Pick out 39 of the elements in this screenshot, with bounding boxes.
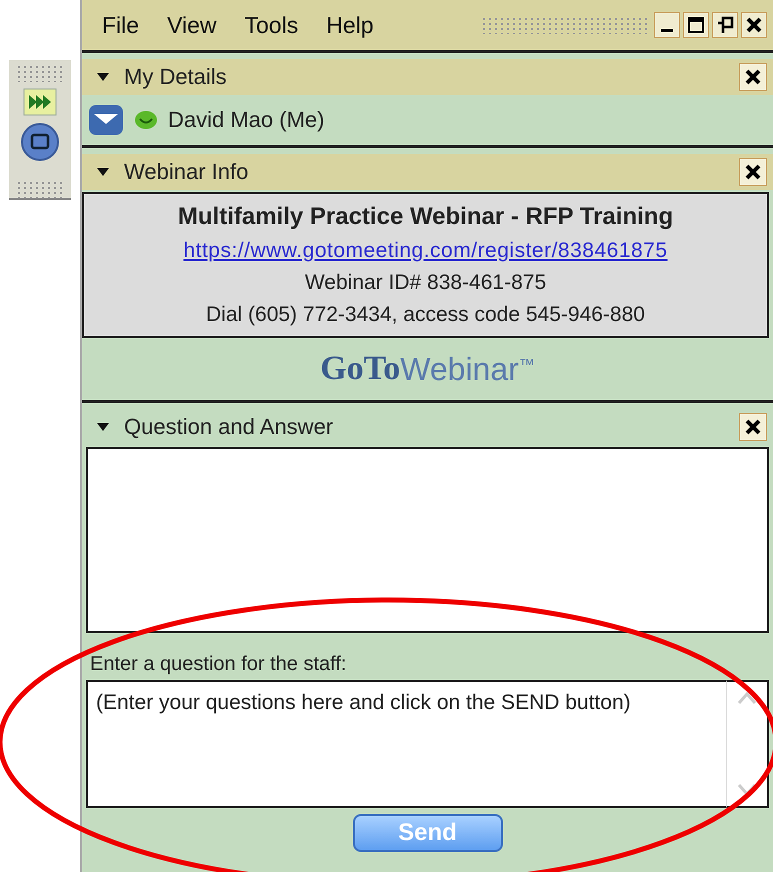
question-field[interactable]: (Enter your questions here and click on the SEND button) [86,680,726,808]
close-icon[interactable] [744,418,762,436]
close-button[interactable] [739,63,767,91]
close-button[interactable] [739,158,767,186]
undock-icon[interactable] [716,16,734,34]
envelope-icon[interactable] [88,104,124,136]
collapse-triangle-icon[interactable] [96,422,110,432]
close-icon[interactable] [744,68,762,86]
panel-title: Webinar Info [124,159,250,185]
menu-item[interactable]: Tools [244,12,298,38]
close-icon[interactable] [744,163,762,181]
close-icon[interactable] [745,16,763,34]
menu-item[interactable]: File [102,12,140,38]
registration-link[interactable]: https://www.gotomeeting.com/register/838461875 [183,239,668,263]
maximize-icon[interactable] [687,16,705,34]
collapse-triangle-icon[interactable] [96,72,110,82]
trademark-mark: ™ [518,357,535,375]
fast-forward-icon[interactable] [23,88,57,116]
grip-handle-icon[interactable] [16,64,64,82]
menu-item[interactable]: Help [326,12,374,38]
logo-text: GoTo [320,350,400,388]
webinar-id: Webinar ID# 838-461-875 [304,271,546,295]
panel-title: Question and Answer [124,414,334,440]
undock-button[interactable] [712,12,738,38]
logo-text: Webinar [400,350,519,388]
screen-button-icon[interactable] [20,122,60,162]
minimize-button[interactable] [654,12,680,38]
attendee-name: David Mao (Me) [168,107,324,133]
dial-in-info: Dial (605) 772-3434, access code 545-946-880 [206,303,645,327]
close-button[interactable] [741,12,767,38]
webinar-title: Multifamily Practice Webinar - RFP Training [178,203,674,231]
smiley-icon [134,110,158,130]
menu-item[interactable]: View [167,12,216,38]
collapse-triangle-icon[interactable] [96,167,110,177]
grip-handle-icon[interactable] [16,180,64,198]
close-button[interactable] [739,413,767,441]
panel-title: My Details [124,64,228,90]
maximize-button[interactable] [683,12,709,38]
question-label: Enter a question for the staff: [90,653,348,676]
